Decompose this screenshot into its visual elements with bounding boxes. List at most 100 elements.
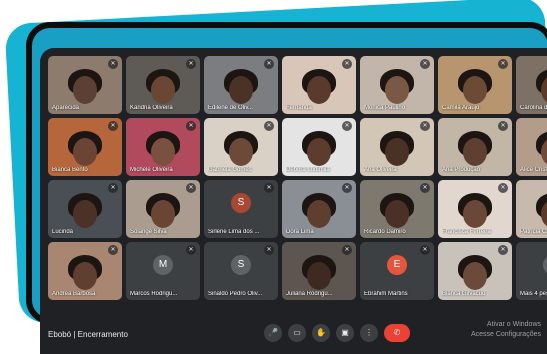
mic-icon: 🎤	[268, 328, 278, 337]
participant-name: Monica Paulino	[364, 105, 406, 111]
participant-name: Juliana Rodrigu...	[286, 291, 333, 297]
participant-face	[307, 261, 331, 290]
participant-face	[385, 137, 409, 166]
participant-name: Patrícia Cruz	[520, 229, 547, 235]
participant-name: Francisca Ferreira	[442, 229, 491, 235]
participant-tile[interactable]: ✕ Ricardo Damiro	[360, 180, 434, 238]
participant-face	[151, 75, 175, 104]
meeting-toolbar: Ebobó | Encerramento 🎤 ▭ ✋ ▣ ⋮ ✆ Ativar …	[40, 314, 547, 354]
camera-icon: ▭	[293, 328, 301, 337]
mic-muted-icon: ✕	[342, 121, 352, 131]
participant-face	[229, 75, 253, 104]
mic-muted-icon: ✕	[342, 183, 352, 193]
mic-muted-icon: ✕	[420, 245, 430, 255]
participant-tile[interactable]: ✕ Bianca Gilvacuo	[438, 242, 512, 300]
participant-face	[385, 199, 409, 228]
participant-tile[interactable]: ✕ Ana Produção	[438, 118, 512, 176]
avatar: S	[231, 255, 251, 276]
participant-tile[interactable]: ✕ Edilene de Oliv...	[204, 56, 278, 114]
mic-muted-icon: ✕	[264, 183, 274, 193]
phone-hangup-icon: ✆	[393, 328, 401, 337]
participant-tile[interactable]: ✕ Bianca Bento	[48, 118, 122, 176]
participant-name: Ana Oliveira	[364, 167, 397, 173]
participant-grid: ✕ Aparecida ✕ Kandria Oliveira ✕ Edilene de O…	[48, 56, 547, 304]
mic-muted-icon: ✕	[264, 59, 274, 69]
participant-name: Sirlene Lima dos ...	[208, 229, 260, 235]
participant-tile[interactable]: ✕ Débora Ludimila	[282, 118, 356, 176]
avatar: M	[153, 255, 173, 276]
participant-name: Andrea Barbosa	[52, 291, 96, 297]
participant-tile[interactable]: +4✕Mais 4 pessoas	[516, 242, 547, 300]
watermark-line-2: Acesse Configurações	[470, 331, 541, 338]
hand-icon: ✋	[316, 328, 326, 337]
participant-face	[463, 261, 487, 290]
participant-name: Solange Silva	[130, 229, 167, 235]
participant-tile[interactable]: S ✕ Sinaldo Pedro Oliv...	[204, 242, 278, 300]
participant-tile[interactable]: ✕ Ana Oliveira	[360, 118, 434, 176]
mic-muted-icon: ✕	[186, 59, 196, 69]
mic-muted-icon: ✕	[498, 121, 508, 131]
participant-name: Edilene de Oliv...	[208, 105, 253, 111]
call-controls: 🎤 ▭ ✋ ▣ ⋮ ✆	[264, 324, 410, 342]
participant-tile[interactable]: ✕ Monica Paulino	[360, 56, 434, 114]
participant-face	[73, 199, 97, 228]
participant-tile[interactable]: S ✕ Sirlene Lima dos ...	[204, 180, 278, 238]
participant-tile[interactable]: E ✕ Ebrahim Martins	[360, 242, 434, 300]
mic-muted-icon: ✕	[108, 59, 118, 69]
participant-name: Carolina de Jesus	[520, 105, 547, 111]
mic-muted-icon: ✕	[108, 183, 118, 193]
more-icon: ⋮	[365, 328, 373, 337]
participant-tile[interactable]: ✕Carolina de Jesus	[516, 56, 547, 114]
participant-tile[interactable]: ✕Alice Cristina D.	[516, 118, 547, 176]
participant-tile[interactable]: ✕ Camila Araujo	[438, 56, 512, 114]
participant-name: Alice Cristina D.	[520, 167, 547, 173]
participant-face	[151, 199, 175, 228]
participant-tile[interactable]: ✕ Dora Lima	[282, 180, 356, 238]
participant-name: Bianca Gilvacuo	[442, 291, 486, 297]
participant-tile[interactable]: ✕ Aparecida	[48, 56, 122, 114]
raise-hand-button[interactable]: ✋	[312, 324, 330, 342]
mic-muted-icon: ✕	[186, 121, 196, 131]
camera-button[interactable]: ▭	[288, 324, 306, 342]
participant-name: Débora Ludimila	[286, 167, 330, 173]
participant-name: Marcos Rodrigu...	[130, 291, 178, 297]
participant-face	[73, 137, 97, 166]
participant-face	[385, 75, 409, 104]
video-call-window: ✕ Aparecida ✕ Kandria Oliveira ✕ Edilene de O…	[40, 48, 547, 354]
participant-name: Ana Produção	[442, 167, 481, 173]
participant-name: Gabriela Gomes	[208, 167, 252, 173]
mic-muted-icon: ✕	[498, 245, 508, 255]
participant-tile[interactable]: ✕ Fernanda	[282, 56, 356, 114]
participant-tile[interactable]: M ✕ Marcos Rodrigu...	[126, 242, 200, 300]
mic-muted-icon: ✕	[498, 59, 508, 69]
participant-name: Fernanda	[286, 105, 312, 111]
participant-name: Ricardo Damiro	[364, 229, 406, 235]
participant-tile[interactable]: ✕ Gabriela Gomes	[204, 118, 278, 176]
avatar: +4	[543, 255, 547, 276]
participant-name: Bianca Bento	[52, 167, 88, 173]
participant-face	[73, 75, 97, 104]
mic-muted-icon: ✕	[420, 183, 430, 193]
mic-button[interactable]: 🎤	[264, 324, 282, 342]
participant-tile[interactable]: ✕ Kandria Oliveira	[126, 56, 200, 114]
participant-face	[463, 137, 487, 166]
mic-muted-icon: ✕	[498, 183, 508, 193]
present-button[interactable]: ▣	[336, 324, 354, 342]
participant-tile[interactable]: ✕ Solange Silva	[126, 180, 200, 238]
mic-muted-icon: ✕	[342, 245, 352, 255]
participant-tile[interactable]: ✕Patrícia Cruz	[516, 180, 547, 238]
end-call-button[interactable]: ✆	[384, 324, 410, 342]
participant-name: Dora Lima	[286, 229, 314, 235]
participant-tile[interactable]: ✕ Juliana Rodrigu...	[282, 242, 356, 300]
participant-name: Ebrahim Martins	[364, 291, 408, 297]
participant-face	[229, 137, 253, 166]
participant-tile[interactable]: ✕ Michele Oliveira	[126, 118, 200, 176]
more-options-button[interactable]: ⋮	[360, 324, 378, 342]
mic-muted-icon: ✕	[342, 59, 352, 69]
participant-tile[interactable]: ✕ Lucinda	[48, 180, 122, 238]
participant-tile[interactable]: ✕ Andrea Barbosa	[48, 242, 122, 300]
participant-tile[interactable]: ✕ Francisca Ferreira	[438, 180, 512, 238]
participant-face	[73, 261, 97, 290]
mic-muted-icon: ✕	[420, 121, 430, 131]
participant-face	[463, 199, 487, 228]
